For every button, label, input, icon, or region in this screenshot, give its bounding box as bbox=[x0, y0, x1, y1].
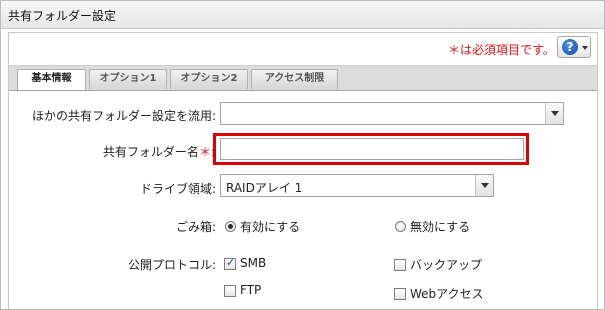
tab-option2[interactable]: オプション2 bbox=[170, 69, 248, 89]
required-mark: ＊ bbox=[198, 145, 211, 159]
folder-name-label: 共有フォルダー名＊: bbox=[60, 143, 215, 160]
folder-name-label-text: 共有フォルダー名 bbox=[102, 145, 199, 159]
help-button[interactable]: ? bbox=[557, 36, 591, 58]
tab-bar: 基本情報 オプション1 オプション2 アクセス制限 bbox=[9, 65, 597, 91]
ftp-label: FTP bbox=[240, 283, 262, 297]
web-access-checkbox[interactable] bbox=[394, 288, 406, 300]
help-icon: ? bbox=[562, 39, 578, 55]
apply-settings-label: ほかの共有フォルダー設定を流用: bbox=[31, 109, 216, 123]
chevron-down-icon bbox=[481, 183, 489, 188]
smb-checkbox[interactable] bbox=[224, 256, 236, 270]
title-bar: 共有フォルダー設定 bbox=[1, 1, 604, 29]
window-title: 共有フォルダー設定 bbox=[8, 9, 117, 23]
drive-area-value: RAIDアレイ 1 bbox=[226, 181, 303, 195]
protocols-label: 公開プロトコル: bbox=[127, 258, 216, 272]
folder-name-input[interactable] bbox=[220, 138, 524, 160]
recycle-enable-radio[interactable] bbox=[225, 221, 236, 232]
ftp-checkbox[interactable] bbox=[224, 285, 236, 297]
smb-label: SMB bbox=[240, 256, 267, 270]
drive-area-label: ドライブ領域: bbox=[139, 182, 216, 196]
web-access-label: Webアクセス bbox=[410, 287, 484, 301]
apply-settings-select[interactable] bbox=[220, 102, 564, 125]
recycle-bin-label: ごみ箱: bbox=[175, 220, 216, 234]
tab-access-restriction[interactable]: アクセス制限 bbox=[251, 69, 338, 89]
required-note: ＊は必須項目です。 bbox=[448, 43, 555, 57]
tab-option1[interactable]: オプション1 bbox=[89, 69, 167, 89]
drive-area-select[interactable]: RAIDアレイ 1 bbox=[220, 174, 494, 197]
dropdown-arrow bbox=[475, 175, 493, 196]
chevron-down-icon bbox=[551, 111, 559, 116]
backup-checkbox[interactable] bbox=[394, 259, 406, 271]
recycle-disable-radio[interactable] bbox=[395, 221, 406, 232]
dropdown-arrow bbox=[545, 103, 563, 124]
recycle-disable-label: 無効にする bbox=[410, 220, 471, 234]
recycle-enable-label: 有効にする bbox=[240, 220, 301, 234]
chevron-down-icon bbox=[582, 46, 588, 50]
backup-label: バックアップ bbox=[410, 258, 483, 272]
tab-basic-info[interactable]: 基本情報 bbox=[17, 69, 86, 90]
